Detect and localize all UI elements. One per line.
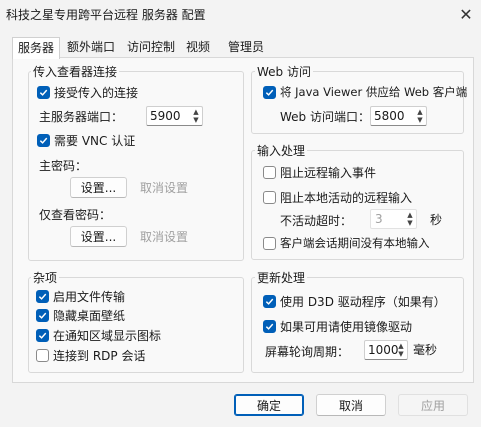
check-icon [39,89,48,96]
spin-up-icon[interactable]: ▲ [415,108,425,116]
serve-java-viewer-label: 将 Java Viewer 供应给 Web 客户端 [280,85,468,99]
spin-up-icon[interactable]: ▲ [191,108,201,116]
accept-connections-label: 接受传入的连接 [54,86,139,100]
web-port-spinner[interactable]: 5800 ▲ ▼ [370,106,427,126]
d3d-driver-label: 使用 D3D 驱动程序（如果有） [280,295,446,309]
poll-unit-label: 毫秒 [413,343,438,357]
close-icon[interactable]: ✕ [455,3,477,25]
file-transfer-label: 启用文件传输 [53,290,126,304]
vnc-auth-label: 需要 VNC 认证 [54,134,136,148]
check-icon [38,332,47,339]
inactivity-timeout-spinner[interactable]: 3 ▲ ▼ [370,209,417,229]
vnc-auth-checkbox[interactable] [37,134,50,147]
main-port-label: 主服务器端口： [39,110,124,124]
mirror-driver-label: 如果可用请使用镜像驱动 [280,320,413,334]
block-remote-input-label: 阻止远程输入事件 [280,166,377,180]
no-local-input-checkbox[interactable] [263,237,276,250]
tray-icon-label: 在通知区域显示图标 [53,329,162,343]
incoming-group-title: 传入查看器连接 [31,63,120,80]
check-icon [265,89,274,96]
hide-wallpaper-label: 隐藏桌面壁纸 [53,309,126,323]
input-handling-title: 输入处理 [255,142,308,159]
mirror-driver-checkbox[interactable] [263,320,276,333]
spin-down-icon[interactable]: ▼ [396,350,406,358]
spin-up-icon[interactable]: ▲ [405,211,415,219]
primary-password-label: 主密码： [39,159,88,173]
spin-down-icon[interactable]: ▼ [405,219,415,227]
no-local-input-label: 客户端会话期间没有本地输入 [280,236,430,250]
set-primary-password-button[interactable]: 设置... [70,177,127,198]
apply-button[interactable]: 应用 [398,394,468,416]
inactivity-timeout-value: 3 [375,212,383,226]
ok-button[interactable]: 确定 [234,394,304,416]
view-only-password-label: 仅查看密码： [39,208,112,222]
tab-access-control[interactable]: 访问控制 [122,37,180,57]
check-icon [39,137,48,144]
check-icon [265,298,274,305]
poll-interval-value: 1000 [368,343,399,357]
rdp-session-checkbox[interactable] [36,349,49,362]
spin-down-icon[interactable]: ▼ [415,116,425,124]
tab-extra-ports[interactable]: 额外端口 [62,37,120,57]
check-icon [38,293,47,300]
block-remote-input-checkbox[interactable] [263,166,276,179]
poll-interval-label: 屏幕轮询周期： [265,345,350,359]
tab-administration[interactable]: 管理员 [223,37,269,57]
spin-down-icon[interactable]: ▼ [191,116,201,124]
main-port-value: 5900 [150,109,181,123]
block-local-input-label: 阻止本地活动的远程输入 [280,191,413,205]
main-port-spinner[interactable]: 5900 ▲ ▼ [146,106,203,126]
check-icon [38,312,47,319]
timeout-unit-label: 秒 [430,213,443,227]
unset-primary-password-button[interactable]: 取消设置 [134,177,194,198]
check-icon [265,323,274,330]
tab-server[interactable]: 服务器 [12,37,60,59]
unset-view-password-button[interactable]: 取消设置 [134,226,194,247]
block-local-input-checkbox[interactable] [263,191,276,204]
window-title: 科技之星专用跨平台远程 服务器 配置 [6,8,206,22]
tab-video[interactable]: 视频 [181,37,215,57]
set-view-password-button[interactable]: 设置... [70,226,127,247]
hide-wallpaper-checkbox[interactable] [36,309,49,322]
serve-java-viewer-checkbox[interactable] [263,86,276,99]
file-transfer-checkbox[interactable] [36,290,49,303]
rdp-session-label: 连接到 RDP 会话 [53,349,146,363]
accept-connections-checkbox[interactable] [37,86,50,99]
cancel-button[interactable]: 取消 [316,394,386,416]
tray-icon-checkbox[interactable] [36,329,49,342]
spin-up-icon[interactable]: ▲ [396,342,406,350]
web-port-value: 5800 [374,109,405,123]
web-access-title: Web 访问 [255,63,313,80]
poll-interval-spinner[interactable]: 1000 ▲ ▼ [364,340,408,360]
update-handling-title: 更新处理 [255,269,308,286]
misc-title: 杂项 [31,269,60,286]
inactivity-timeout-label: 不活动超时： [280,214,353,228]
web-port-label: Web 访问端口： [280,110,370,124]
d3d-driver-checkbox[interactable] [263,295,276,308]
